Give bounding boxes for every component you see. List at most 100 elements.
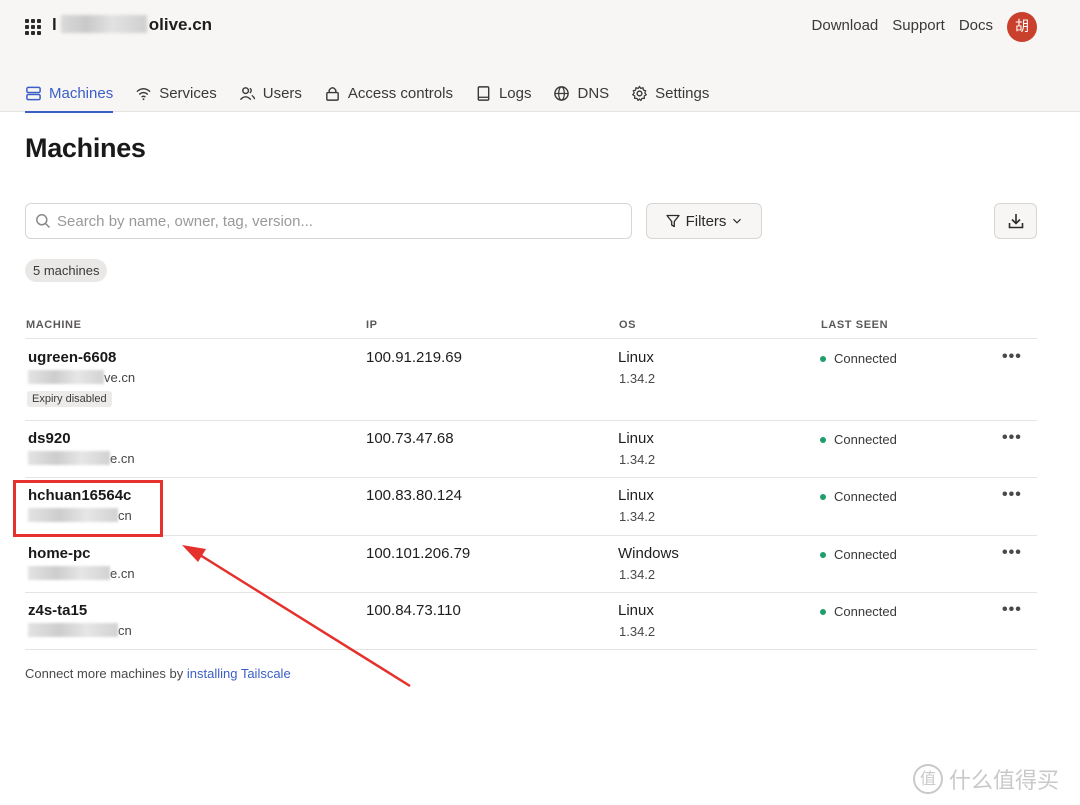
machine-os: Linux — [618, 487, 654, 504]
status-text: Connected — [834, 604, 897, 619]
support-link[interactable]: Support — [892, 17, 945, 34]
page-title: Machines — [25, 133, 146, 163]
search-icon — [36, 214, 51, 229]
machine-ip[interactable]: 100.91.219.69 — [366, 349, 462, 366]
table-row[interactable]: home-pc e.cn 100.101.206.79 Windows 1.34… — [25, 536, 1037, 593]
table-row[interactable]: z4s-ta15 cn 100.84.73.110 Linux 1.34.2 C… — [25, 593, 1037, 650]
more-menu-icon[interactable]: ••• — [1002, 601, 1022, 619]
status-badge: Connected — [820, 489, 897, 504]
book-icon — [477, 85, 490, 101]
watermark: 值 什么值得买 — [913, 763, 1059, 795]
tenant-suffix: olive.cn — [148, 15, 213, 34]
machine-version: 1.34.2 — [619, 452, 656, 467]
more-menu-icon[interactable]: ••• — [1002, 486, 1022, 504]
download-link[interactable]: Download — [812, 17, 879, 34]
owner-suffix: e.cn — [110, 451, 135, 466]
machine-ip[interactable]: 100.73.47.68 — [366, 430, 454, 447]
avatar[interactable]: 胡 — [1007, 12, 1037, 42]
machine-count-badge: 5 machines — [25, 259, 108, 282]
machine-name[interactable]: z4s-ta15 — [28, 602, 87, 619]
tab-label: Users — [262, 84, 302, 102]
owner-suffix: ve.cn — [104, 370, 136, 385]
docs-link[interactable]: Docs — [959, 17, 993, 34]
table-row[interactable]: ugreen-6608 ve.cn Expiry disabled 100.91… — [25, 340, 1037, 421]
tab-label: Logs — [498, 84, 532, 102]
status-badge: Connected — [820, 604, 897, 619]
redacted-blur — [28, 451, 110, 465]
machine-os: Windows — [618, 545, 679, 562]
search-box[interactable] — [25, 203, 632, 239]
search-input[interactable] — [57, 212, 631, 230]
export-button[interactable] — [994, 203, 1037, 239]
filters-button[interactable]: Filters — [646, 203, 762, 239]
machine-ip[interactable]: 100.84.73.110 — [366, 602, 461, 619]
table-row[interactable]: ds920 e.cn 100.73.47.68 Linux 1.34.2 Con… — [25, 421, 1037, 478]
tab-logs[interactable]: Logs — [475, 76, 532, 112]
tab-machines[interactable]: Machines — [25, 76, 114, 113]
machine-ip[interactable]: 100.83.80.124 — [366, 487, 462, 504]
status-badge: Connected — [820, 432, 897, 447]
column-header-machine[interactable]: MACHINE — [26, 319, 82, 331]
download-icon — [1008, 214, 1023, 229]
tab-label: Services — [159, 84, 217, 102]
status-text: Connected — [834, 351, 897, 366]
machine-version: 1.34.2 — [619, 624, 656, 639]
table-row[interactable]: hchuan16564c cn 100.83.80.124 Linux 1.34… — [25, 478, 1037, 536]
status-text: Connected — [834, 547, 897, 562]
more-menu-icon[interactable]: ••• — [1002, 348, 1022, 366]
expiry-badge: Expiry disabled — [27, 391, 112, 407]
watermark-text: 什么值得买 — [949, 769, 1060, 794]
table-header: MACHINE IP OS LAST SEEN — [25, 317, 1037, 339]
status-dot — [820, 355, 826, 362]
filters-label: Filters — [685, 212, 727, 230]
footer-text: Connect more machines by — [25, 666, 187, 681]
owner-suffix: cn — [118, 623, 132, 638]
column-header-last-seen[interactable]: LAST SEEN — [821, 319, 888, 331]
machine-os: Linux — [618, 349, 654, 366]
machine-owner: e.cn — [28, 566, 135, 581]
lock-icon — [326, 86, 339, 101]
machine-owner: ve.cn — [28, 370, 135, 385]
machine-ip[interactable]: 100.101.206.79 — [366, 545, 470, 562]
annotation-highlight-box — [13, 480, 163, 537]
filter-icon — [665, 214, 680, 228]
tab-dns[interactable]: DNS — [553, 76, 609, 112]
tab-label: DNS — [577, 84, 610, 102]
nav-tabs: Machines Services Users Access controls … — [25, 76, 731, 113]
machine-version: 1.34.2 — [619, 371, 656, 386]
redacted-blur — [60, 15, 147, 33]
machine-version: 1.34.2 — [619, 509, 656, 524]
tab-label: Machines — [49, 84, 114, 102]
install-link[interactable]: installing Tailscale — [187, 666, 291, 681]
column-header-ip[interactable]: IP — [366, 319, 378, 331]
more-menu-icon[interactable]: ••• — [1002, 544, 1022, 562]
tenant-prefix: l — [52, 15, 57, 34]
redacted-blur — [28, 623, 118, 637]
machine-os: Linux — [618, 430, 654, 447]
status-dot — [820, 493, 826, 500]
footer-hint: Connect more machines by installing Tail… — [25, 666, 291, 681]
tab-label: Settings — [655, 84, 710, 102]
users-icon — [239, 86, 255, 100]
machine-version: 1.34.2 — [619, 567, 656, 582]
more-menu-icon[interactable]: ••• — [1002, 429, 1022, 447]
machine-name[interactable]: ugreen-6608 — [28, 349, 116, 366]
wifi-icon — [136, 87, 151, 100]
machine-owner: cn — [28, 623, 132, 638]
machine-os: Linux — [618, 602, 654, 619]
chevron-down-icon — [733, 218, 742, 224]
machine-name[interactable]: home-pc — [28, 545, 91, 562]
column-header-os[interactable]: OS — [619, 319, 636, 331]
app-grid-icon[interactable] — [25, 19, 41, 35]
tab-label: Access controls — [347, 84, 453, 102]
top-links: Download Support Docs — [812, 17, 993, 34]
machine-name[interactable]: ds920 — [28, 430, 71, 447]
tab-settings[interactable]: Settings — [631, 76, 709, 112]
tab-services[interactable]: Services — [135, 76, 217, 112]
tab-users[interactable]: Users — [239, 76, 302, 112]
redacted-blur — [28, 566, 110, 580]
status-badge: Connected — [820, 351, 897, 366]
redacted-blur — [28, 370, 104, 384]
tab-access-controls[interactable]: Access controls — [324, 76, 453, 112]
tenant-name[interactable]: l olive.cn — [52, 15, 212, 35]
